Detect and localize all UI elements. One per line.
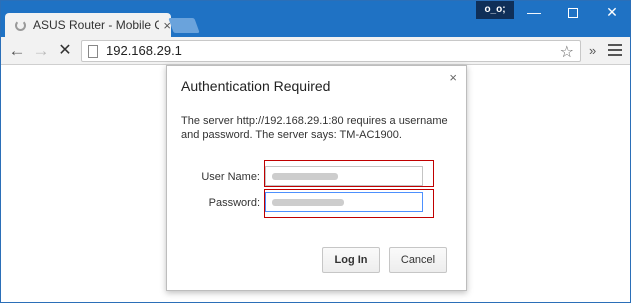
username-highlight-box [264, 160, 434, 187]
minimize-button[interactable]: — [514, 1, 554, 25]
auth-dialog: Authentication Required × The server htt… [166, 65, 467, 291]
password-label: Password: [208, 197, 260, 209]
maximize-button[interactable] [553, 1, 593, 25]
dialog-message: The server http://192.168.29.1:80 requir… [181, 115, 448, 141]
browser-window: ASUS Router - Mobile QIS × o_o; — ✕ ← → … [0, 0, 631, 303]
browser-tab[interactable]: ASUS Router - Mobile QIS × [5, 13, 171, 37]
title-bar: ASUS Router - Mobile QIS × o_o; — ✕ [1, 1, 630, 37]
stop-button[interactable]: ✕ [55, 41, 75, 61]
extensions-overflow-button[interactable]: » [589, 43, 596, 58]
address-bar[interactable]: 192.168.29.1 ☆ [81, 40, 581, 62]
username-label: User Name: [201, 171, 260, 183]
url-text[interactable]: 192.168.29.1 [106, 43, 182, 58]
login-button[interactable]: Log In [322, 247, 380, 273]
tab-title: ASUS Router - Mobile QIS [33, 18, 160, 32]
cancel-button[interactable]: Cancel [389, 247, 447, 273]
loading-spinner-icon [15, 19, 26, 31]
profile-badge[interactable]: o_o; [476, 1, 514, 19]
new-tab-button[interactable] [168, 18, 200, 33]
browser-toolbar: ← → ✕ 192.168.29.1 ☆ » [1, 37, 630, 65]
password-highlight-box [264, 189, 434, 218]
dialog-close-icon[interactable]: × [449, 70, 457, 85]
window-close-button[interactable]: ✕ [592, 1, 631, 25]
forward-button[interactable]: → [31, 41, 51, 61]
page-icon [88, 45, 98, 58]
maximize-icon [568, 8, 578, 19]
dialog-title: Authentication Required [181, 78, 331, 94]
menu-icon[interactable] [608, 44, 622, 56]
back-button[interactable]: ← [7, 41, 27, 61]
bookmark-star-icon[interactable]: ☆ [560, 42, 574, 62]
